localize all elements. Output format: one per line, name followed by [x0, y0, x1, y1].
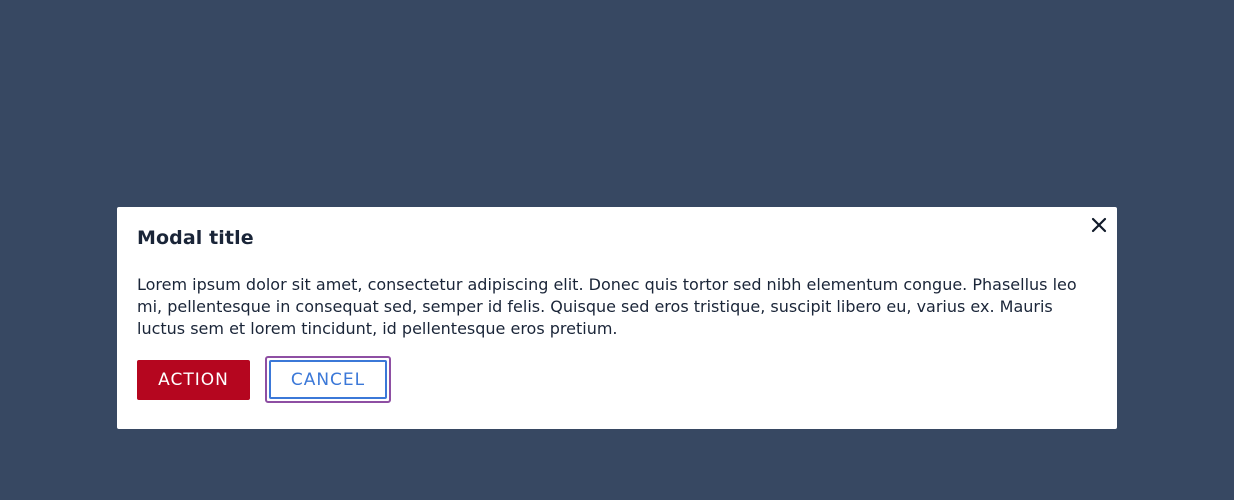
close-icon	[1089, 215, 1109, 235]
modal-body-text: Lorem ipsum dolor sit amet, consectetur …	[137, 275, 1077, 338]
action-button[interactable]: ACTION	[137, 360, 250, 400]
modal-title: Modal title	[137, 227, 254, 249]
cancel-button[interactable]: CANCEL	[269, 360, 387, 399]
modal-dialog: Modal title Lorem ipsum dolor sit amet, …	[117, 207, 1117, 429]
close-button[interactable]	[1089, 215, 1109, 235]
cancel-focus-ring: CANCEL	[265, 356, 391, 403]
